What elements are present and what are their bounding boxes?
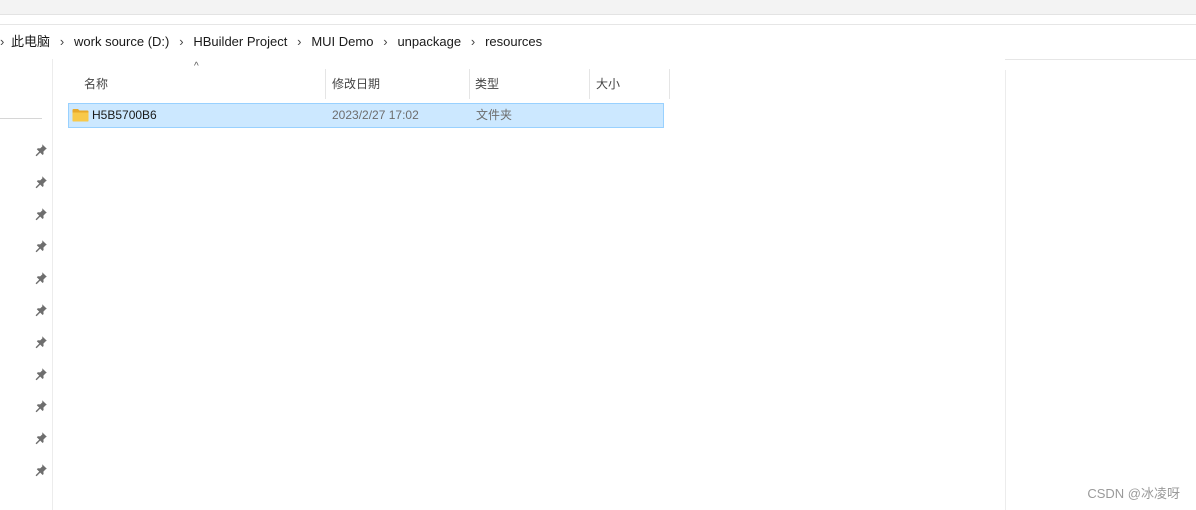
nav-divider — [0, 118, 42, 119]
breadcrumb-chevron-icon[interactable]: › — [290, 25, 308, 59]
pin-icon[interactable] — [34, 303, 48, 317]
navigation-pane — [0, 59, 53, 510]
pin-icon[interactable] — [34, 175, 48, 189]
column-divider[interactable] — [669, 69, 670, 99]
pin-icon[interactable] — [34, 463, 48, 477]
breadcrumb-item-drive[interactable]: work source (D:) — [71, 25, 172, 59]
breadcrumb-chevron-icon[interactable]: › — [53, 25, 71, 59]
details-pane-divider[interactable] — [1005, 70, 1006, 510]
file-row[interactable]: H5B5700B6 2023/2/27 17:02 文件夹 — [68, 103, 664, 128]
breadcrumb-item-hbuilder-project[interactable]: HBuilder Project — [190, 25, 290, 59]
pin-icon[interactable] — [34, 431, 48, 445]
column-header-date[interactable]: 修改日期 — [324, 69, 468, 99]
pin-icon[interactable] — [34, 271, 48, 285]
folder-icon — [72, 108, 89, 122]
breadcrumb-chevron-icon[interactable]: › — [172, 25, 190, 59]
pin-icon[interactable] — [34, 399, 48, 413]
file-explorer-window: › 此电脑 › work source (D:) › HBuilder Proj… — [0, 0, 1196, 510]
breadcrumb-item-this-pc[interactable]: 此电脑 — [8, 25, 53, 59]
breadcrumb-chevron-icon[interactable]: › — [0, 25, 8, 59]
watermark: CSDN @冰凌呀 — [1087, 486, 1180, 501]
pin-icon[interactable] — [34, 207, 48, 221]
column-header-size[interactable]: 大小 — [588, 69, 668, 99]
breadcrumb-item-unpackage[interactable]: unpackage — [394, 25, 464, 59]
breadcrumb-chevron-icon[interactable]: › — [376, 25, 394, 59]
breadcrumb-item-mui-demo[interactable]: MUI Demo — [308, 25, 376, 59]
file-modified-date: 2023/2/27 17:02 — [332, 108, 419, 122]
pin-icon[interactable] — [34, 335, 48, 349]
file-list: ^ 名称 修改日期 类型 大小 H5B5700B6 2023/2/27 17:0… — [53, 59, 1005, 510]
pin-icon[interactable] — [34, 143, 48, 157]
toolbar-strip — [0, 0, 1196, 15]
breadcrumb-chevron-icon[interactable]: › — [464, 25, 482, 59]
column-header-name[interactable]: 名称 — [76, 69, 326, 99]
file-type: 文件夹 — [476, 108, 513, 122]
address-bar[interactable]: › 此电脑 › work source (D:) › HBuilder Proj… — [0, 24, 1196, 60]
pin-icon[interactable] — [34, 367, 48, 381]
column-header-type[interactable]: 类型 — [467, 69, 589, 99]
file-name[interactable]: H5B5700B6 — [92, 104, 157, 127]
pin-icon[interactable] — [34, 239, 48, 253]
breadcrumb-item-resources[interactable]: resources — [482, 25, 545, 59]
